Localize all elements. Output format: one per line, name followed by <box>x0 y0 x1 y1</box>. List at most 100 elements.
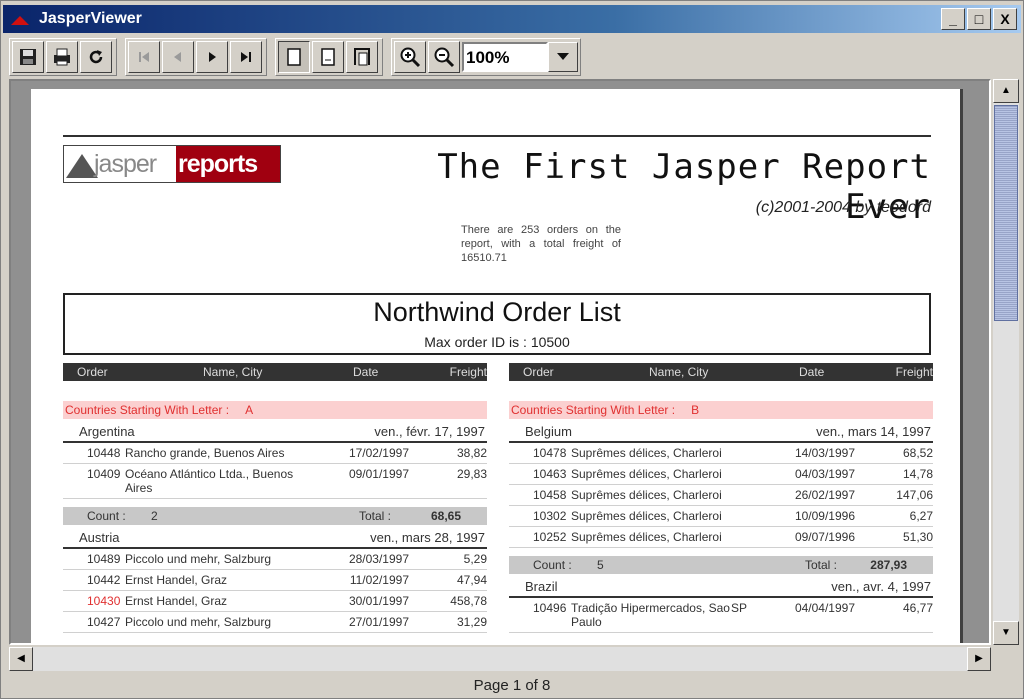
zoom-in-icon <box>400 47 421 68</box>
scroll-down-button[interactable]: ▼ <box>993 621 1019 645</box>
header-date: Date <box>353 365 379 379</box>
table-row: 10496 Tradição Hipermercados, Sao Paulo SP… <box>509 598 933 633</box>
title-bar[interactable]: JasperViewer _ □ X <box>3 5 1021 33</box>
header-order: Order <box>523 365 554 379</box>
reload-icon <box>89 50 103 64</box>
close-button[interactable]: X <box>993 8 1017 30</box>
table-row: 10448 Rancho grande, Buenos Aires 17/02/19… <box>63 443 487 464</box>
scroll-right-button[interactable]: ▶ <box>967 647 991 671</box>
scroll-up-button[interactable]: ▲ <box>993 79 1019 103</box>
window-title: JasperViewer <box>39 10 142 27</box>
page-icon <box>287 48 301 66</box>
first-page-button[interactable] <box>128 41 160 73</box>
table-row: 10442 Ernst Handel, Graz 11/02/1997 47,94 <box>63 570 487 591</box>
country-header: Brazil ven., avr. 4, 1997 <box>509 576 933 598</box>
order-list-title: Northwind Order List <box>373 297 621 327</box>
report-summary-note: There are 253 orders on the report, with… <box>461 224 621 264</box>
group-count-row: Count : 5 Total :287,93 <box>509 556 933 574</box>
print-button[interactable] <box>46 41 78 73</box>
order-freight: 47,94 <box>456 573 487 587</box>
table-row: 10252 Suprêmes délices, Charleroi 09/07/19… <box>509 527 933 548</box>
order-freight: 46,77 <box>902 601 933 615</box>
save-button[interactable] <box>12 41 44 73</box>
customer-name-city: Piccolo und mehr, Salzburg <box>125 552 272 566</box>
zoom-dropdown-button[interactable] <box>548 42 578 72</box>
zoom-out-button[interactable] <box>428 41 460 73</box>
report-viewport[interactable]: jasper reports The First Jasper Report E… <box>9 79 991 645</box>
order-date: 17/02/1997 <box>348 446 409 460</box>
vertical-scrollbar[interactable]: ▲ ▼ <box>993 79 1019 645</box>
header-freight: Freight <box>449 365 487 379</box>
order-date: 04/03/1997 <box>794 467 855 481</box>
customer-name-city: Suprêmes délices, Charleroi <box>571 467 722 481</box>
order-date: 09/01/1997 <box>348 467 409 481</box>
table-row: 10427 Piccolo und mehr, Salzburg 27/01/199… <box>63 612 487 633</box>
report-subtitle: (c)2001-2004 by teodord <box>755 199 931 216</box>
previous-page-icon <box>174 52 181 62</box>
order-id: 10430 <box>87 594 121 608</box>
order-id: 10302 <box>533 509 567 523</box>
scroll-left-button[interactable]: ◀ <box>9 647 33 671</box>
last-page-icon <box>241 52 251 62</box>
order-date: 11/02/1997 <box>349 573 409 587</box>
header-date: Date <box>799 365 825 379</box>
order-freight: 51,30 <box>902 530 933 544</box>
fit-width-button[interactable] <box>346 41 378 73</box>
app-icon <box>11 12 33 26</box>
customer-name-city: Tradição Hipermercados, Sao Paulo <box>571 601 730 629</box>
order-freight: 14,78 <box>902 467 933 481</box>
report-column-right: Order Name, City Date Freight Countries Star… <box>509 363 933 633</box>
order-date: 28/03/1997 <box>348 552 409 566</box>
next-page-button[interactable] <box>196 41 228 73</box>
printer-icon <box>54 48 70 66</box>
vertical-scroll-thumb[interactable] <box>994 105 1018 321</box>
horizontal-scrollbar[interactable]: ◀ ▶ <box>9 647 991 671</box>
order-freight: 147,06 <box>896 488 933 502</box>
letter-group-header: Countries Starting With Letter :A <box>63 401 487 419</box>
order-freight: 68,52 <box>902 446 933 460</box>
jasperreports-logo: jasper reports <box>63 145 281 183</box>
fit-page-icon <box>321 48 335 66</box>
letter-group-header: Countries Starting With Letter :B <box>509 401 933 419</box>
minimize-button[interactable]: _ <box>941 8 965 30</box>
country-header: Austria ven., mars 28, 1997 <box>63 527 487 549</box>
order-freight: 6,27 <box>909 509 933 523</box>
page-indicator: Page 1 of 8 <box>473 677 551 694</box>
previous-page-button[interactable] <box>162 41 194 73</box>
next-page-icon <box>209 52 216 62</box>
report-page: jasper reports The First Jasper Report E… <box>31 89 963 643</box>
order-id: 10448 <box>87 446 121 460</box>
order-date: 04/04/1997 <box>794 601 855 615</box>
maximize-button[interactable]: □ <box>967 8 991 30</box>
last-page-button[interactable] <box>230 41 262 73</box>
jasper-viewer-window: JasperViewer _ □ X 100% jasper reports T… <box>0 0 1024 699</box>
customer-name-city: Océano Atlántico Ltda., Buenos Aires <box>125 467 294 495</box>
order-id: 10409 <box>87 467 121 481</box>
order-date: 26/02/1997 <box>794 488 855 502</box>
order-freight: 29,83 <box>456 467 487 481</box>
customer-name-city: Rancho grande, Buenos Aires <box>125 446 285 460</box>
order-date: 10/09/1996 <box>794 509 855 523</box>
header-name-city: Name, City <box>203 365 263 379</box>
first-page-icon <box>139 52 149 62</box>
fit-page-button[interactable] <box>312 41 344 73</box>
report-column-left: Order Name, City Date Freight Countries Star… <box>63 363 487 633</box>
customer-name-city: Ernst Handel, Graz <box>125 573 228 587</box>
customer-name-city: Suprêmes délices, Charleroi <box>571 530 722 544</box>
order-date: 30/01/1997 <box>348 594 409 608</box>
customer-name-city: Ernst Handel, Graz <box>125 594 228 608</box>
zoom-in-button[interactable] <box>394 41 426 73</box>
order-id: 10427 <box>87 615 121 629</box>
floppy-disk-icon <box>20 49 36 65</box>
region: SP <box>731 601 748 615</box>
order-freight: 458,78 <box>450 594 487 608</box>
reload-button[interactable] <box>80 41 112 73</box>
order-id: 10489 <box>87 552 121 566</box>
actual-size-button[interactable] <box>278 41 310 73</box>
table-row: 10463 Suprêmes délices, Charleroi 04/03/19… <box>509 464 933 485</box>
zoom-level-input[interactable]: 100% <box>462 42 548 72</box>
table-row: 10430 Ernst Handel, Graz 30/01/1997 458,78 <box>63 591 487 612</box>
order-date: 09/07/1996 <box>794 530 855 544</box>
chevron-down-icon <box>557 53 569 60</box>
table-row: 10489 Piccolo und mehr, Salzburg 28/03/199… <box>63 549 487 570</box>
